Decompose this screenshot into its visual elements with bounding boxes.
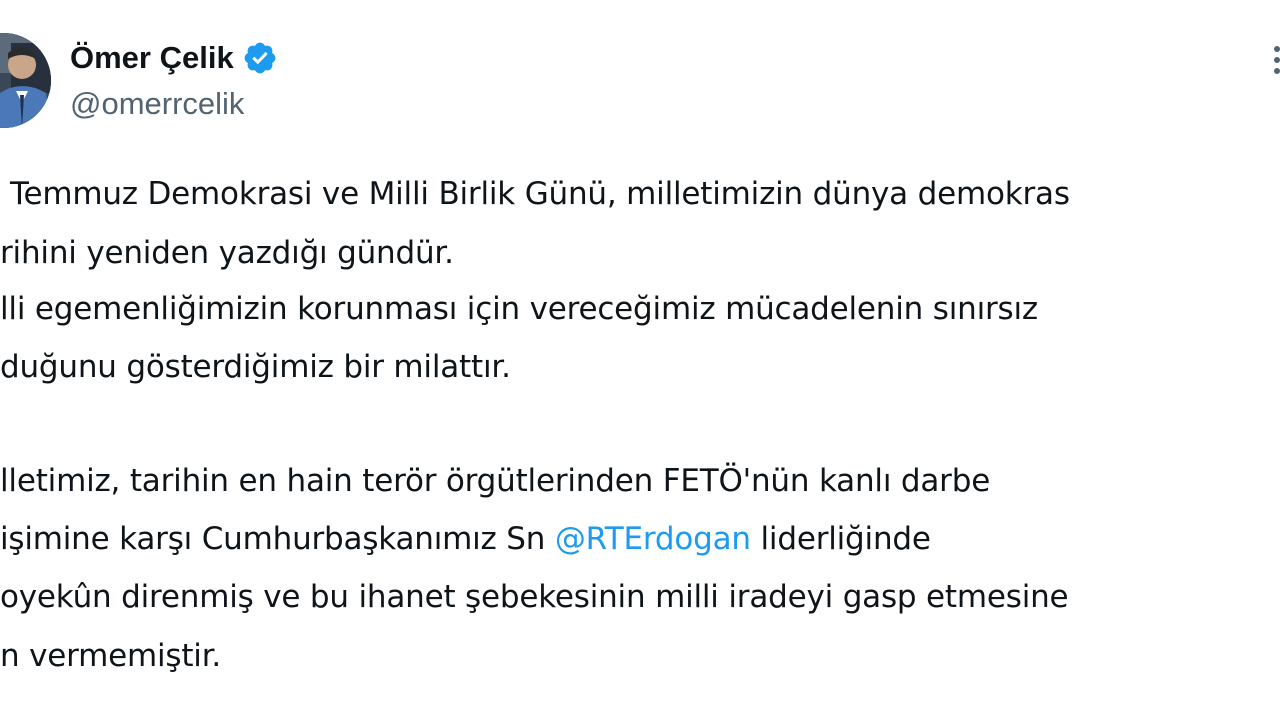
tweet-line: lletimiz, tarihin en hain terör örgütler… (0, 463, 991, 499)
tweet-line: oyekûn direnmiş ve bu ihanet şebekesinin… (0, 579, 1069, 615)
tweet-line: n vermemiştir. (0, 638, 222, 674)
tweet-line: Temmuz Demokrasi ve Milli Birlik Günü, m… (10, 176, 1070, 212)
tweet-line: rihini yeniden yazdığı gündür. (0, 235, 454, 271)
tweet-text: Temmuz Demokrasi ve Milli Birlik Günü, m… (0, 0, 1280, 720)
tweet-text-segment: işimine karşı Cumhurbaşkanımız Sn (0, 521, 555, 557)
tweet-text-segment: liderliğinde (750, 521, 931, 557)
tweet-line: duğunu gösterdiğimiz bir milattır. (0, 349, 511, 385)
tweet-line: işimine karşı Cumhurbaşkanımız Sn @RTErd… (0, 519, 931, 559)
tweet-line: lli egemenliğimizin korunması için verec… (0, 291, 1038, 327)
tweet-card: Ömer Çelik @omerrcelik Temmuz Demokrasi … (0, 0, 1280, 720)
mention-link[interactable]: @RTErdogan (555, 521, 751, 557)
